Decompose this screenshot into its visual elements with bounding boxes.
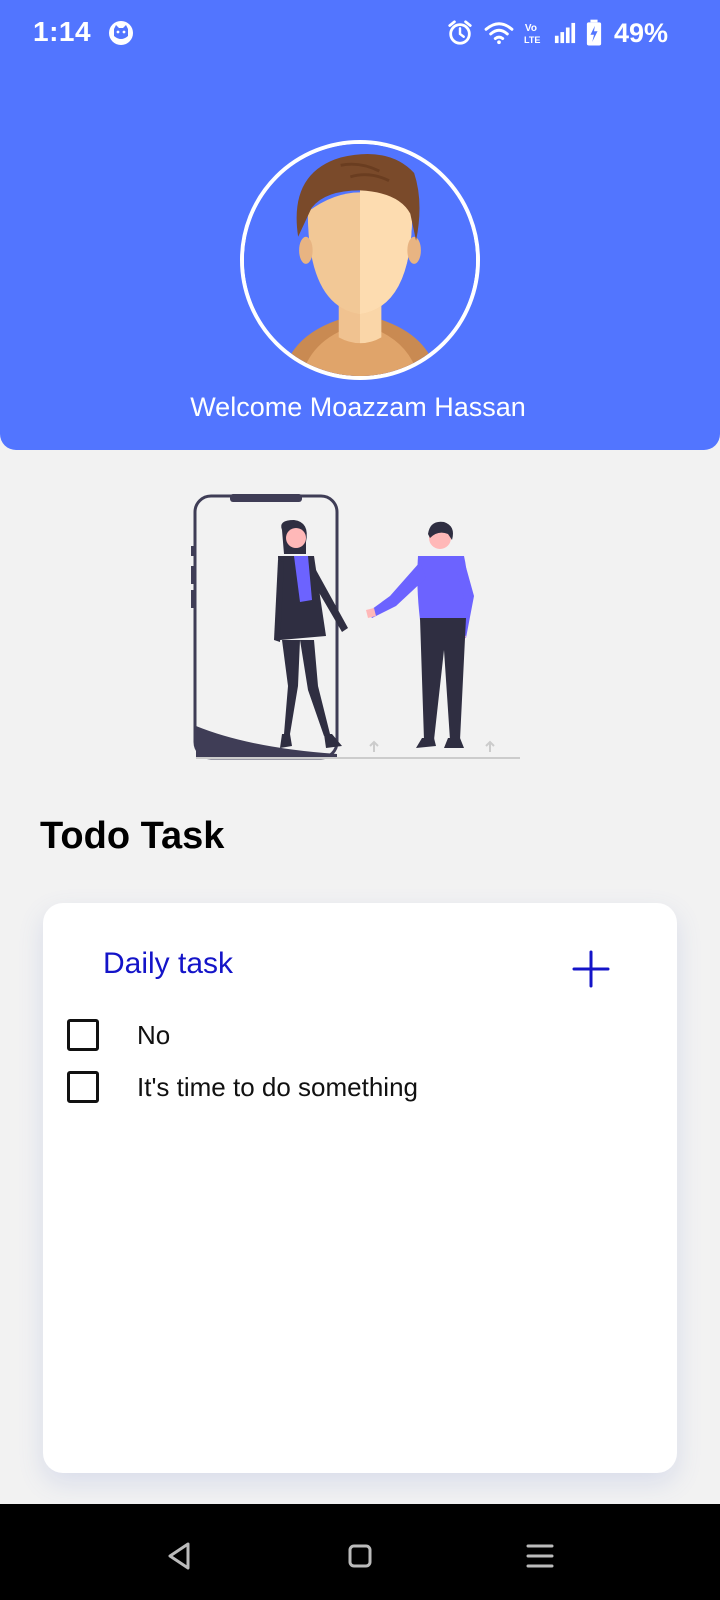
cat-app-icon bbox=[108, 20, 134, 46]
people-phone-illustration bbox=[190, 490, 530, 770]
task-item: It's time to do something bbox=[67, 1061, 647, 1113]
task-item: No bbox=[67, 1009, 647, 1061]
status-time: 1:14 bbox=[33, 16, 92, 47]
home-button[interactable] bbox=[340, 1536, 380, 1576]
status-icons: Vo LTE 49% bbox=[446, 16, 668, 50]
svg-text:Vo: Vo bbox=[525, 23, 537, 34]
daily-task-card: Daily task No It's time to do something bbox=[43, 903, 677, 1473]
wifi-icon bbox=[484, 21, 514, 45]
task-text: It's time to do something bbox=[137, 1071, 418, 1102]
welcome-text: Welcome Moazzam Hassan bbox=[190, 392, 526, 422]
home-icon bbox=[348, 1544, 372, 1568]
status-bar: 1:14 Vo LTE 49% bbox=[0, 0, 720, 66]
section-title: Todo Task bbox=[40, 815, 225, 857]
card-title: Daily task bbox=[103, 947, 234, 980]
back-icon bbox=[168, 1542, 190, 1570]
battery-percentage: 49% bbox=[613, 17, 668, 48]
battery-charging-icon bbox=[586, 19, 602, 47]
task-checkbox[interactable] bbox=[67, 1071, 99, 1103]
volte-icon: Vo LTE bbox=[524, 20, 544, 46]
svg-text:LTE: LTE bbox=[524, 35, 540, 45]
signal-icon bbox=[554, 22, 576, 44]
recents-icon bbox=[526, 1544, 554, 1568]
plus-icon bbox=[572, 950, 610, 988]
task-text: No bbox=[137, 1019, 171, 1050]
system-nav-bar bbox=[0, 1504, 720, 1600]
back-button[interactable] bbox=[160, 1536, 200, 1576]
user-avatar[interactable] bbox=[240, 140, 480, 380]
task-checkbox[interactable] bbox=[67, 1019, 99, 1051]
profile-header: 1:14 Vo LTE 49% Welcome Moazzam Hassan bbox=[0, 0, 720, 450]
add-task-button[interactable] bbox=[571, 949, 611, 989]
alarm-icon bbox=[446, 19, 474, 47]
task-list: No It's time to do something bbox=[67, 1009, 647, 1113]
recents-button[interactable] bbox=[520, 1536, 560, 1576]
